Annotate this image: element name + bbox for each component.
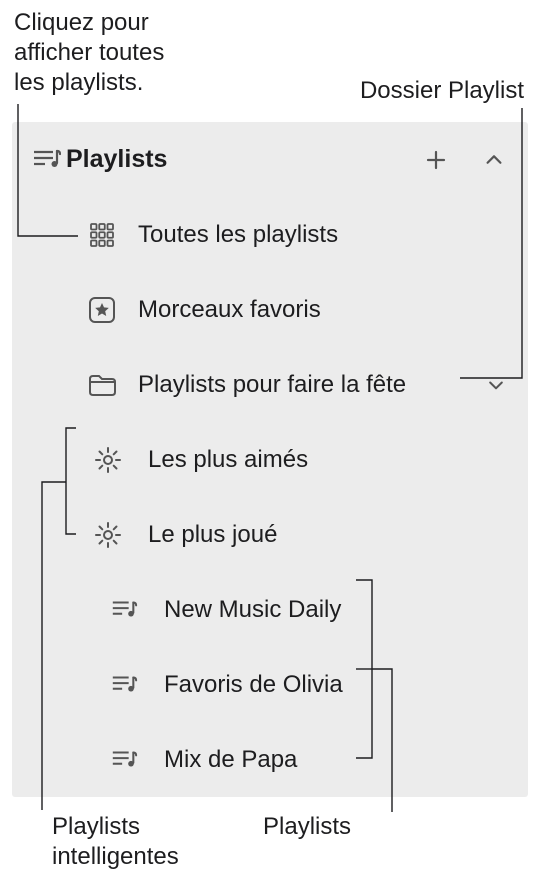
sidebar-item-smart-most-loved[interactable]: Les plus aimés xyxy=(12,422,528,497)
gear-icon xyxy=(90,521,126,549)
sidebar-item-label: Le plus joué xyxy=(148,521,514,549)
sidebar-item-label: Favoris de Olivia xyxy=(164,671,514,699)
gear-icon xyxy=(90,446,126,474)
sidebar-item-olivia-favorites[interactable]: Favoris de Olivia xyxy=(12,647,528,722)
sidebar-item-label: Les plus aimés xyxy=(148,446,514,474)
sidebar-item-papa-mix[interactable]: Mix de Papa xyxy=(12,722,528,797)
playlist-icon xyxy=(106,671,142,699)
playlists-panel: Playlists xyxy=(12,122,528,797)
sidebar-item-favorite-songs[interactable]: Morceaux favoris xyxy=(12,272,528,347)
callout-top-right: Dossier Playlist xyxy=(360,76,524,106)
sidebar-item-new-music-daily[interactable]: New Music Daily xyxy=(12,572,528,647)
sidebar-item-label: Mix de Papa xyxy=(164,746,514,774)
sidebar-item-label: New Music Daily xyxy=(164,596,514,624)
star-square-icon xyxy=(84,295,120,325)
chevron-down-icon[interactable] xyxy=(478,375,514,395)
sidebar-item-all-playlists[interactable]: Toutes les playlists xyxy=(12,197,528,272)
add-playlist-button[interactable] xyxy=(416,148,456,172)
playlist-icon xyxy=(106,746,142,774)
sidebar-item-label: Toutes les playlists xyxy=(138,221,514,249)
playlist-icon xyxy=(106,596,142,624)
sidebar-item-smart-most-played[interactable]: Le plus joué xyxy=(12,497,528,572)
callout-bottom-right: Playlists xyxy=(263,812,351,842)
collapse-icon[interactable] xyxy=(474,149,514,171)
sidebar-item-party-folder[interactable]: Playlists pour faire la fête xyxy=(12,347,528,422)
sidebar-item-label: Morceaux favoris xyxy=(138,296,514,324)
folder-icon xyxy=(84,371,120,399)
playlists-title: Playlists xyxy=(66,145,416,174)
callout-bottom-left: Playlists intelligentes xyxy=(52,812,179,872)
playlist-icon xyxy=(26,145,66,175)
grid-icon xyxy=(84,221,120,249)
sidebar-item-label: Playlists pour faire la fête xyxy=(138,371,470,399)
callout-top-left: Cliquez pour afficher toutes les playlis… xyxy=(14,8,164,98)
playlists-header[interactable]: Playlists xyxy=(12,122,528,197)
